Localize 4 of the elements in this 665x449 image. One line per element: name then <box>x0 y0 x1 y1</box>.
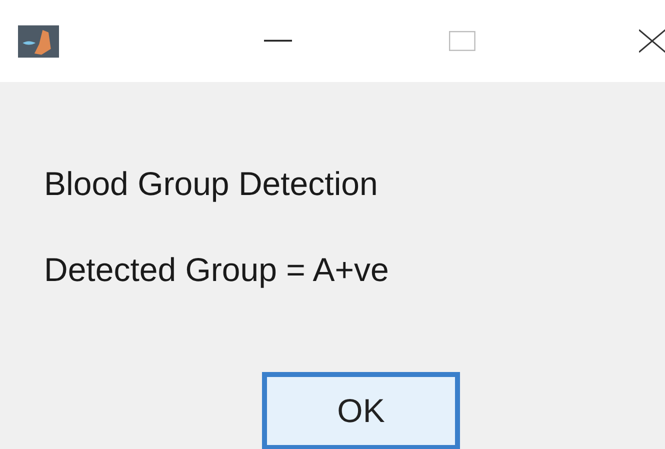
message-text: Detected Group = A+ve <box>44 250 390 290</box>
minimize-icon[interactable] <box>264 39 292 43</box>
message-text: Blood Group Detection <box>44 164 379 204</box>
ok-button[interactable]: OK <box>262 372 460 449</box>
